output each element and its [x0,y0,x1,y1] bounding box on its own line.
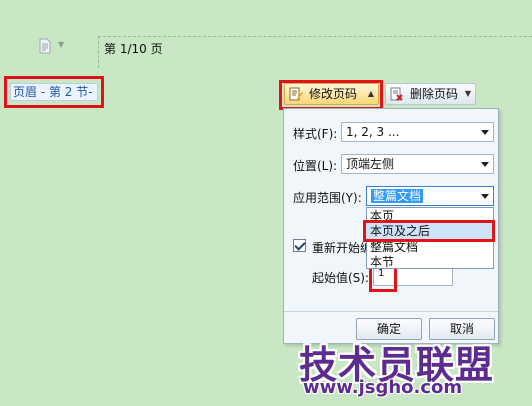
header-section-tag[interactable]: 页眉 - 第 2 节- [10,83,98,101]
delete-page-number-button[interactable]: 删除页码 ▼ [385,83,476,105]
range-select-value: 整篇文档 [371,189,424,203]
style-select-value: 1, 2, 3 ... [346,125,400,139]
style-label: 样式(F): [293,127,338,141]
panel-divider [284,311,498,312]
dropdown-arrow-icon [481,162,489,167]
position-label: 位置(L): [293,159,338,173]
position-select[interactable]: 顶端左侧 [341,154,494,174]
position-select-value: 顶端左侧 [346,157,395,171]
delete-page-number-label: 删除页码 [410,87,459,101]
delete-page-icon [390,87,403,101]
chevron-down-icon: ▼ [464,89,471,98]
watermark-url: www.jsgho.com [303,377,463,398]
range-option-this-section[interactable]: 本节 [370,254,394,270]
header-boundary [98,36,532,37]
page-number-text: 第 1/10 页 [104,42,163,56]
style-select[interactable]: 1, 2, 3 ... [341,122,494,142]
header-margin-line [98,36,99,68]
dropdown-arrow-icon [481,194,489,199]
chevron-down-icon[interactable]: ▼ [58,40,64,49]
range-label: 应用范围(Y): [293,191,362,205]
document-icon[interactable] [37,38,53,54]
modify-button-highlight [279,80,383,110]
dropdown-arrow-icon [481,130,489,135]
range-option-highlight [363,220,495,242]
header-section-tag-highlight: 页眉 - 第 2 节- [4,76,104,108]
start-value-label: 起始值(S): [312,271,370,285]
range-select[interactable]: 整篇文档 [366,186,494,206]
restart-numbering-checkbox[interactable] [293,239,306,252]
